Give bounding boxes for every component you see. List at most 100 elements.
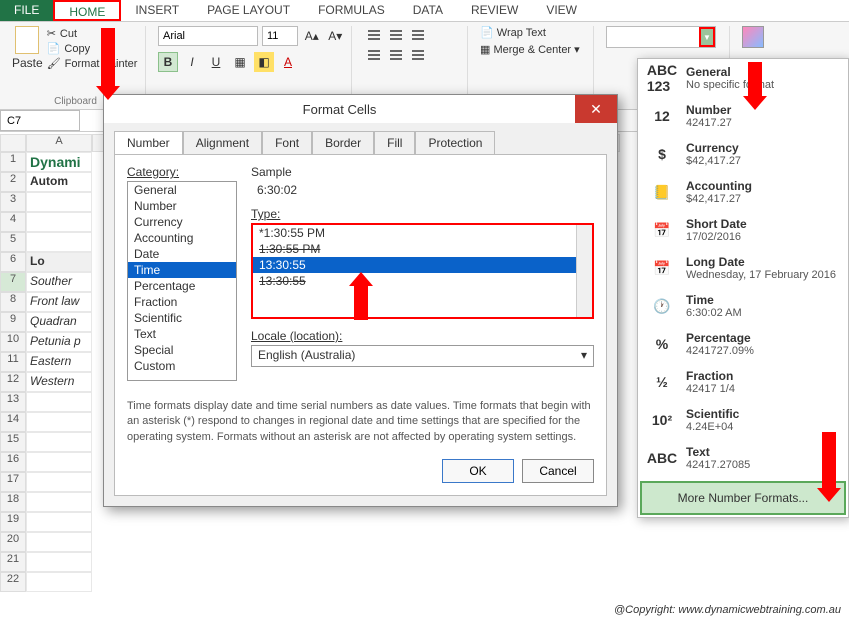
tab-file[interactable]: FILE — [0, 0, 53, 21]
category-item[interactable]: Fraction — [128, 294, 236, 310]
row-header[interactable]: 9 — [0, 312, 26, 332]
dialog-tab[interactable]: Fill — [374, 131, 415, 154]
cell[interactable] — [26, 412, 92, 432]
tab-formulas[interactable]: FORMULAS — [304, 0, 399, 21]
align-right[interactable] — [408, 46, 428, 64]
cell[interactable] — [26, 232, 92, 252]
number-format-option[interactable]: 📅Long DateWednesday, 17 February 2016 — [638, 249, 848, 287]
cell[interactable] — [26, 492, 92, 512]
number-format-option[interactable]: ABC 123GeneralNo specific format — [638, 59, 848, 97]
merge-center-button[interactable]: ▦ Merge & Center ▾ — [480, 43, 587, 56]
dialog-tab[interactable]: Number — [114, 131, 183, 154]
row-header[interactable]: 15 — [0, 432, 26, 452]
row-header[interactable]: 11 — [0, 352, 26, 372]
category-item[interactable]: Special — [128, 342, 236, 358]
cell[interactable] — [26, 512, 92, 532]
cell[interactable]: Western — [26, 372, 92, 392]
cut-button[interactable]: Cut — [47, 26, 138, 41]
category-item[interactable]: General — [128, 182, 236, 198]
row-header[interactable]: 3 — [0, 192, 26, 212]
row-header[interactable]: 17 — [0, 472, 26, 492]
category-item[interactable]: Number — [128, 198, 236, 214]
number-format-dropdown-icon[interactable]: ▼ — [699, 27, 715, 47]
number-format-option[interactable]: ABCText42417.27085 — [638, 439, 848, 477]
number-format-option[interactable]: %Percentage4241727.09% — [638, 325, 848, 363]
type-list[interactable]: *1:30:55 PM1:30:55 PM13:30:5513:30:55 — [251, 223, 594, 319]
dialog-close-button[interactable]: ✕ — [575, 95, 617, 123]
row-header[interactable]: 14 — [0, 412, 26, 432]
locale-select[interactable]: English (Australia) ▾ — [251, 345, 594, 367]
number-format-option[interactable]: $Currency$42,417.27 — [638, 135, 848, 173]
copy-button[interactable]: Copy — [47, 41, 138, 56]
fill-color-button[interactable]: ◧ — [254, 52, 274, 72]
decrease-font-button[interactable]: A▾ — [326, 26, 346, 46]
cell[interactable]: Lo — [26, 252, 92, 272]
align-left[interactable] — [364, 46, 384, 64]
tab-review[interactable]: REVIEW — [457, 0, 532, 21]
align-middle[interactable] — [386, 26, 406, 44]
number-format-option[interactable]: 🕐Time6:30:02 AM — [638, 287, 848, 325]
type-list-scrollbar[interactable] — [576, 225, 592, 317]
cell[interactable] — [26, 212, 92, 232]
cell[interactable] — [26, 392, 92, 412]
cell[interactable]: Souther — [26, 272, 92, 292]
column-header[interactable]: A — [26, 134, 92, 152]
category-item[interactable]: Text — [128, 326, 236, 342]
category-item[interactable]: Currency — [128, 214, 236, 230]
row-header[interactable]: 20 — [0, 532, 26, 552]
border-button[interactable]: ▦ — [230, 52, 250, 72]
align-top[interactable] — [364, 26, 384, 44]
font-name-select[interactable] — [158, 26, 258, 46]
cell[interactable]: Eastern — [26, 352, 92, 372]
category-item[interactable]: Date — [128, 246, 236, 262]
number-format-option[interactable]: ½Fraction42417 1/4 — [638, 363, 848, 401]
category-item[interactable]: Accounting — [128, 230, 236, 246]
row-header[interactable]: 2 — [0, 172, 26, 192]
cell[interactable]: Quadran — [26, 312, 92, 332]
wrap-text-button[interactable]: 📄 Wrap Text — [480, 26, 587, 39]
underline-button[interactable]: U — [206, 52, 226, 72]
cell[interactable] — [26, 192, 92, 212]
category-item[interactable]: Custom — [128, 358, 236, 374]
italic-button[interactable]: I — [182, 52, 202, 72]
align-center[interactable] — [386, 46, 406, 64]
category-list[interactable]: GeneralNumberCurrencyAccountingDateTimeP… — [127, 181, 237, 381]
row-header[interactable]: 6 — [0, 252, 26, 272]
tab-home[interactable]: HOME — [53, 0, 121, 21]
row-header[interactable]: 10 — [0, 332, 26, 352]
dialog-tab[interactable]: Font — [262, 131, 312, 154]
cell[interactable] — [26, 572, 92, 592]
format-painter-button[interactable]: Format Painter — [47, 56, 138, 71]
cell-styles-button[interactable] — [742, 26, 764, 48]
cell[interactable] — [26, 452, 92, 472]
row-header[interactable]: 12 — [0, 372, 26, 392]
row-header[interactable]: 8 — [0, 292, 26, 312]
dialog-tab[interactable]: Protection — [415, 131, 495, 154]
align-bottom[interactable] — [408, 26, 428, 44]
cell[interactable] — [26, 432, 92, 452]
number-format-option[interactable]: 10²Scientific4.24E+04 — [638, 401, 848, 439]
cell[interactable]: Petunia p — [26, 332, 92, 352]
number-format-select[interactable]: ▼ — [606, 26, 716, 48]
dialog-tab[interactable]: Border — [312, 131, 374, 154]
cancel-button[interactable]: Cancel — [522, 459, 594, 483]
number-format-option[interactable]: 📒Accounting$42,417.27 — [638, 173, 848, 211]
paste-button[interactable]: Paste — [12, 26, 43, 71]
font-color-button[interactable]: A — [278, 52, 298, 72]
increase-font-button[interactable]: A▴ — [302, 26, 322, 46]
tab-page-layout[interactable]: PAGE LAYOUT — [193, 0, 304, 21]
number-format-option[interactable]: 📅Short Date17/02/2016 — [638, 211, 848, 249]
row-header[interactable]: 21 — [0, 552, 26, 572]
name-box[interactable] — [0, 110, 80, 131]
cell[interactable] — [26, 472, 92, 492]
column-header[interactable] — [0, 134, 26, 152]
row-header[interactable]: 19 — [0, 512, 26, 532]
tab-view[interactable]: VIEW — [532, 0, 591, 21]
category-item[interactable]: Percentage — [128, 278, 236, 294]
cell[interactable]: Front law — [26, 292, 92, 312]
font-size-select[interactable] — [262, 26, 298, 46]
cell[interactable] — [26, 552, 92, 572]
tab-data[interactable]: DATA — [399, 0, 457, 21]
row-header[interactable]: 13 — [0, 392, 26, 412]
row-header[interactable]: 1 — [0, 152, 26, 172]
